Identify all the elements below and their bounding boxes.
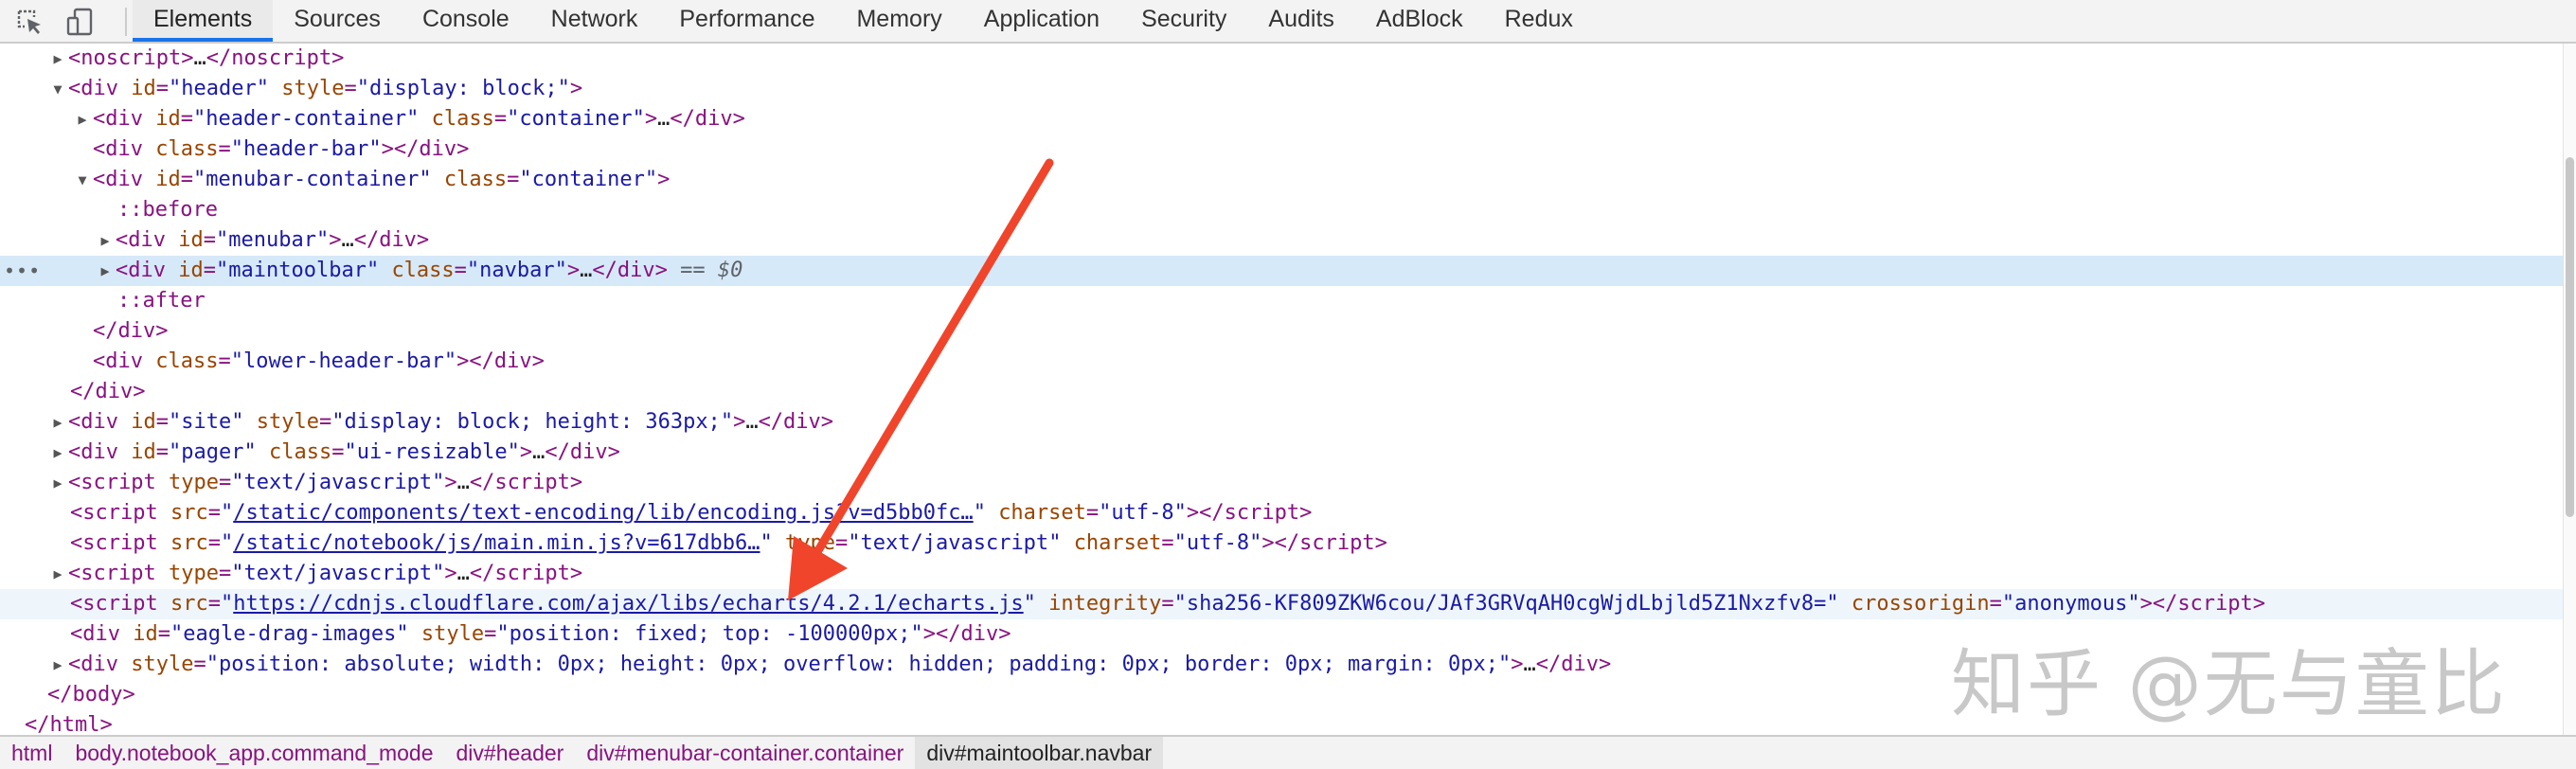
panel-tabs: Elements Sources Console Network Perform… [133,0,1594,42]
tab-elements[interactable]: Elements [133,0,274,42]
expand-triangle-icon[interactable]: ▶ [47,650,68,680]
expand-triangle-icon[interactable]: ▶ [47,44,68,74]
dom-node-script-main[interactable]: <script src="/static/notebook/js/main.mi… [0,528,2576,559]
collapse-triangle-icon[interactable]: ▼ [47,74,68,104]
expand-triangle-icon[interactable]: ▶ [72,104,93,134]
script-src-link[interactable]: https://cdnjs.cloudflare.com/ajax/libs/e… [233,592,1023,616]
expand-triangle-icon[interactable]: ▶ [47,438,68,468]
device-toolbar-icon[interactable] [64,6,97,38]
dom-node-lower-header-bar[interactable]: <div class="lower-header-bar"></div> [0,347,2576,377]
tab-redux[interactable]: Redux [1484,0,1594,42]
dom-node-maintoolbar-selected[interactable]: ••• ▶ <div id="maintoolbar" class="navbar"… [0,256,2576,286]
dom-node-script[interactable]: ▶ <script type="text/javascript">…</scrip… [0,468,2576,498]
expand-triangle-icon[interactable]: ▶ [47,468,68,498]
collapse-triangle-icon[interactable]: ▼ [72,165,93,195]
tab-network[interactable]: Network [530,0,659,42]
inspect-element-icon[interactable] [13,6,45,38]
dom-node-header-bar[interactable]: <div class="header-bar"></div> [0,134,2576,165]
dom-node-pager[interactable]: ▶ <div id="pager" class="ui-resizable">…<… [0,438,2576,468]
tab-security[interactable]: Security [1120,0,1247,42]
dom-node-header-container[interactable]: ▶ <div id="header-container" class="conta… [0,104,2576,134]
tab-console[interactable]: Console [402,0,530,42]
dom-node-after[interactable]: ::after [0,286,2576,316]
dom-node-site[interactable]: ▶ <div id="site" style="display: block; h… [0,407,2576,438]
dom-node-noscript[interactable]: ▶ <noscript>…</noscript> [0,44,2576,74]
tab-audits[interactable]: Audits [1247,0,1354,42]
dom-node-script-encoding[interactable]: <script src="/static/components/text-enc… [0,498,2576,528]
breadcrumb-body[interactable]: body.notebook_app.command_mode [63,737,444,769]
dom-node-script-echarts[interactable]: <script src="https://cdnjs.cloudflare.co… [0,589,2576,619]
watermark: 知乎 @无与童比 [1951,642,2507,727]
vertical-scrollbar[interactable] [2563,44,2576,735]
scrollbar-thumb[interactable] [2566,157,2574,517]
breadcrumb-html[interactable]: html [0,737,63,769]
dom-node-header[interactable]: ▼ <div id="header" style="display: block;… [0,74,2576,104]
dom-node-close-div[interactable]: </div> [0,377,2576,407]
dom-node-menubar[interactable]: ▶ <div id="menubar">…</div> [0,225,2576,256]
breadcrumb-menubar-container[interactable]: div#menubar-container.container [575,737,915,769]
breadcrumb-maintoolbar[interactable]: div#maintoolbar.navbar [915,737,1164,769]
breadcrumb-header[interactable]: div#header [445,737,576,769]
breadcrumb: html body.notebook_app.command_mode div#… [0,735,2576,769]
dom-node-before[interactable]: ::before [0,195,2576,225]
tab-application[interactable]: Application [963,0,1120,42]
expand-triangle-icon[interactable]: ▶ [47,407,68,438]
dom-node-menubar-container[interactable]: ▼ <div id="menubar-container" class="cont… [0,165,2576,195]
expand-triangle-icon[interactable]: ▶ [95,256,116,286]
tab-sources[interactable]: Sources [273,0,402,42]
expand-triangle-icon[interactable]: ▶ [95,225,116,256]
script-src-link[interactable]: /static/notebook/js/main.min.js?v=617dbb… [233,531,760,555]
tab-adblock[interactable]: AdBlock [1355,0,1484,42]
toolbar-separator [125,8,127,36]
devtools-toolbar: Elements Sources Console Network Perform… [0,0,2576,44]
expand-triangle-icon[interactable]: ▶ [47,559,68,589]
more-options-icon[interactable]: ••• [4,256,41,286]
tab-performance[interactable]: Performance [658,0,835,42]
tab-memory[interactable]: Memory [835,0,962,42]
script-src-link[interactable]: /static/components/text-encoding/lib/enc… [233,501,973,525]
dom-node-close-div[interactable]: </div> [0,316,2576,347]
dom-node-script[interactable]: ▶ <script type="text/javascript">…</scrip… [0,559,2576,589]
